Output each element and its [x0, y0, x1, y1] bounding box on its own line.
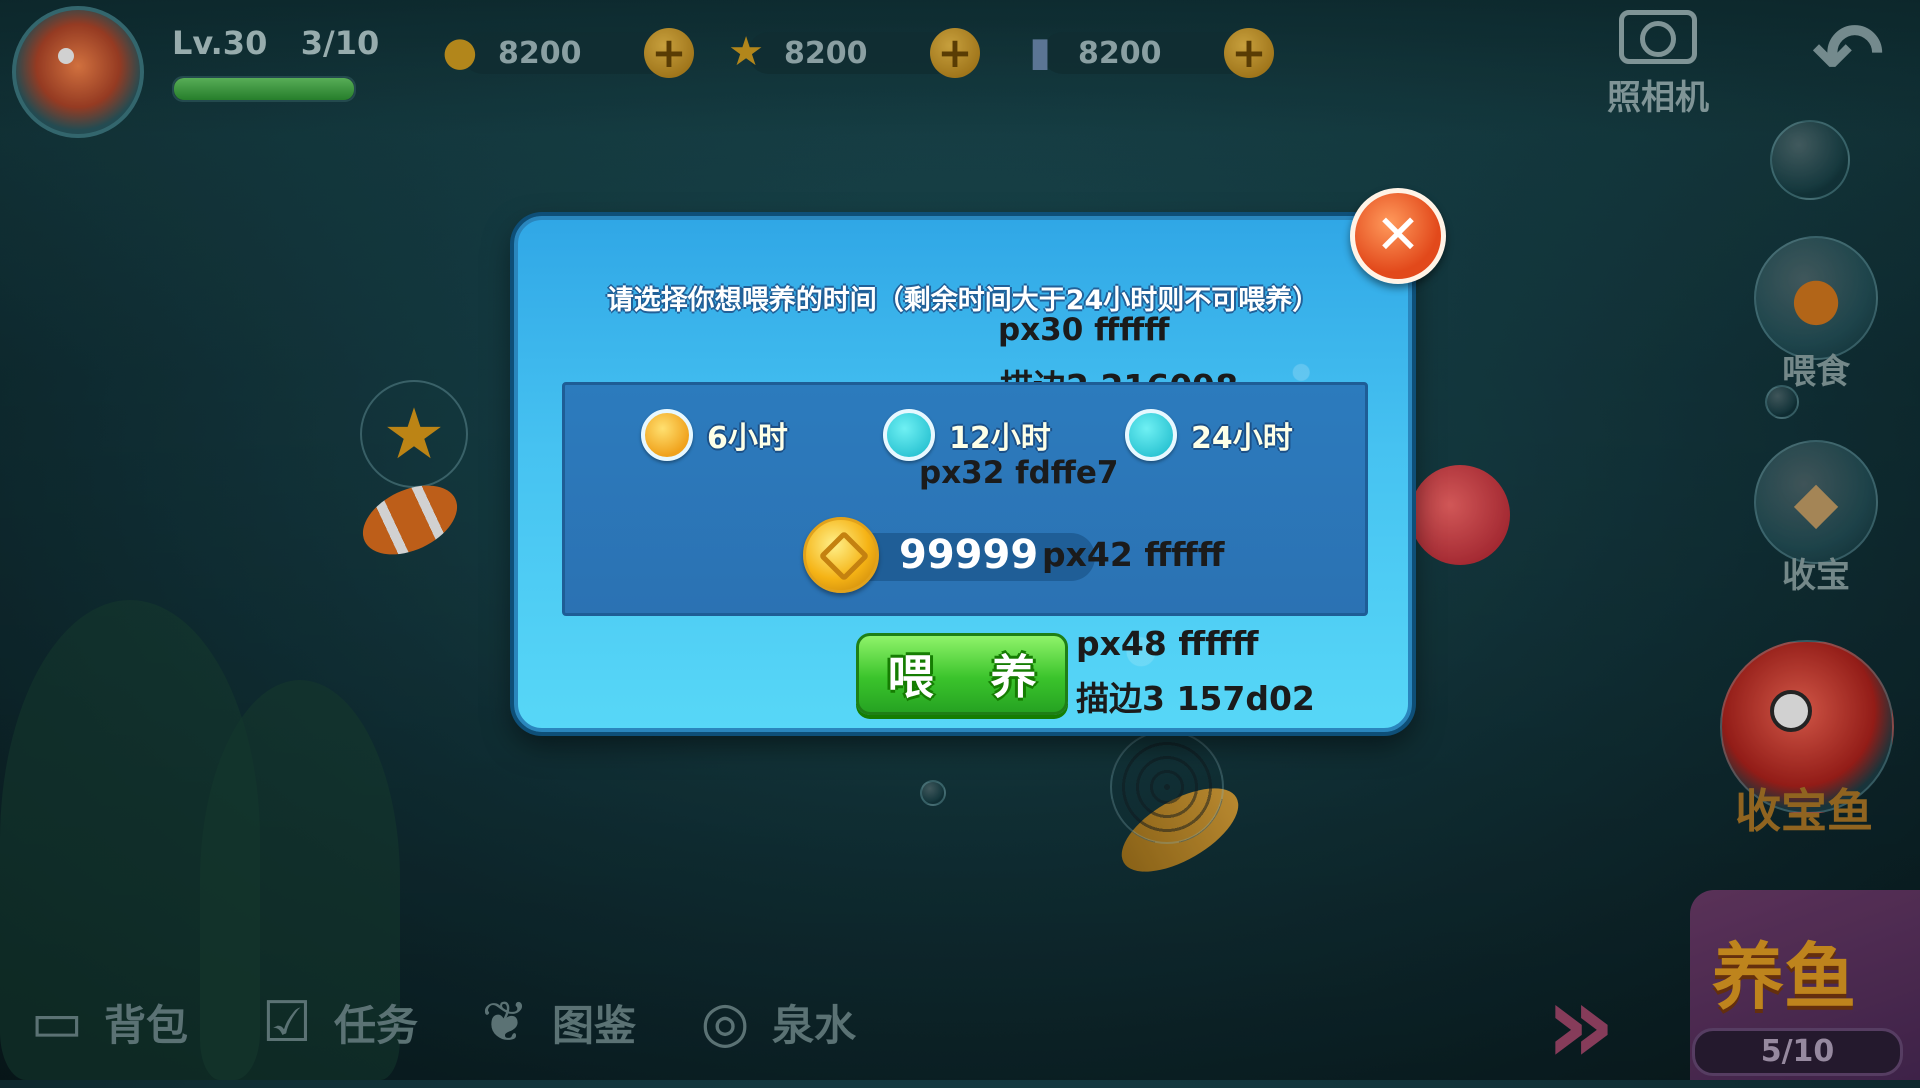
feed-button-char-1: 喂 [887, 650, 934, 704]
feed-time-dialog: 请选择你想喂养的时间（剩余时间大于24小时则不可喂养） px30 ffffff … [514, 216, 1412, 732]
note-button-style: px48 ffffff [1076, 624, 1259, 663]
option-24h-label: 24小时 [1191, 421, 1293, 456]
option-24h[interactable]: 24小时 [1125, 405, 1293, 465]
note-cost-style: px42 ffffff [1042, 535, 1225, 574]
radio-selected-icon [641, 409, 693, 461]
note-button-stroke: 描边3 157d02 [1076, 679, 1315, 718]
coin-icon [803, 517, 879, 593]
feed-button-char-2: 养 [990, 650, 1037, 704]
option-12h-label: 12小时 [949, 421, 1051, 456]
option-6h-label: 6小时 [707, 421, 788, 456]
radio-icon [883, 409, 935, 461]
options-panel: 6小时 12小时 24小时 px32 fdffe7 99999 px42 fff… [562, 382, 1368, 616]
dialog-prompt: 请选择你想喂养的时间（剩余时间大于24小时则不可喂养） [606, 285, 1320, 316]
note-prompt-style: px30 ffffff [998, 312, 1170, 348]
close-icon[interactable]: ✕ [1350, 188, 1446, 284]
option-6h[interactable]: 6小时 [641, 405, 788, 465]
feed-button[interactable]: 喂 养 [856, 633, 1068, 715]
feed-cost: 99999 [899, 532, 1039, 578]
radio-icon [1125, 409, 1177, 461]
note-option-style: px32 fdffe7 [919, 455, 1119, 491]
